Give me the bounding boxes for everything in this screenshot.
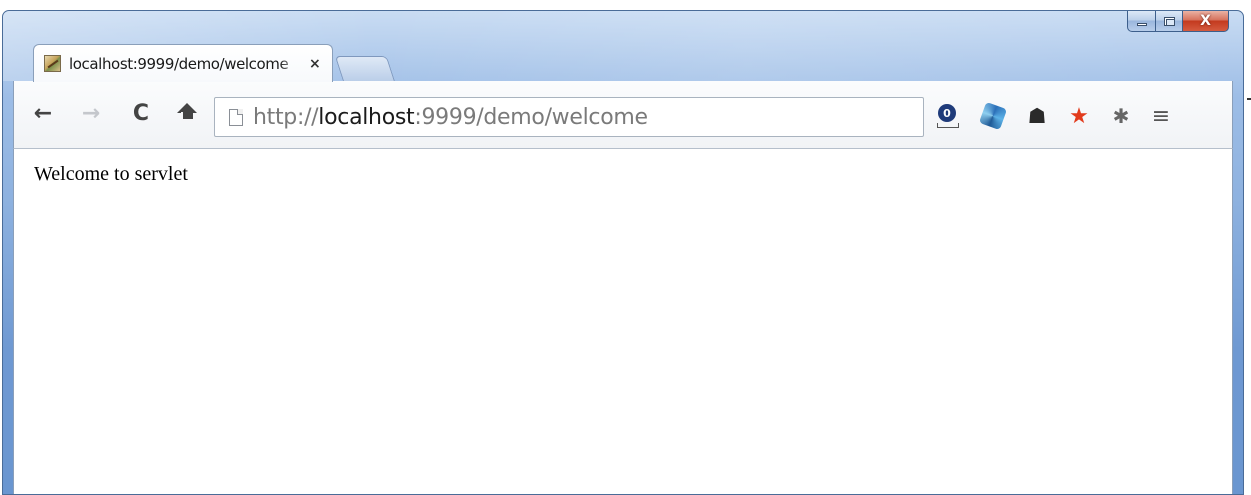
url-path: :9999/demo/welcome [414, 104, 648, 130]
forward-button[interactable]: → [76, 97, 106, 129]
maximize-button[interactable] [1156, 11, 1183, 32]
url-scheme: http:// [253, 104, 319, 130]
home-icon [176, 103, 198, 123]
tab-title: localhost:9999/demo/welcome [69, 54, 289, 73]
puzzle-icon: ✱ [1112, 104, 1130, 128]
browser-toolbar: ← → C http://localhost:9999/demo/welcome… [13, 81, 1233, 149]
swirl-icon [978, 101, 1008, 131]
home-button[interactable] [170, 97, 204, 129]
menu-button[interactable]: ≡ [1148, 103, 1174, 129]
caption-buttons: X [1127, 11, 1229, 34]
user-badge-icon: 0 [938, 104, 956, 122]
browser-window: X localhost:9999/demo/welcome × ← → C ht… [2, 10, 1244, 495]
extension-star-button[interactable]: ★ [1066, 103, 1092, 129]
page-content: Welcome to servlet [13, 149, 1233, 494]
back-arrow-icon: ← [33, 100, 53, 126]
welcome-text: Welcome to servlet [34, 163, 188, 185]
minimize-button[interactable] [1127, 11, 1156, 32]
extension-swirl-button[interactable] [978, 101, 1008, 131]
page-icon [229, 108, 243, 126]
maximize-icon [1163, 16, 1175, 26]
star-icon: ★ [1069, 103, 1089, 129]
forward-arrow-icon: → [81, 100, 101, 126]
extension-badge-button[interactable]: 0 [934, 103, 960, 129]
back-button[interactable]: ← [28, 97, 58, 129]
minimize-icon [1136, 23, 1147, 26]
reload-icon: C [132, 100, 150, 126]
reload-button[interactable]: C [126, 97, 156, 129]
hamburger-menu-icon: ≡ [1151, 103, 1171, 129]
tab-active[interactable]: localhost:9999/demo/welcome × [33, 44, 333, 82]
close-window-button[interactable]: X [1183, 11, 1229, 32]
close-icon: X [1200, 13, 1211, 29]
tab-close-icon[interactable]: × [309, 56, 321, 72]
address-bar[interactable]: http://localhost:9999/demo/welcome [214, 97, 924, 137]
extension-profile-button[interactable]: ☗ [1024, 103, 1050, 129]
url-text[interactable]: http://localhost:9999/demo/welcome [253, 105, 648, 130]
profile-icon: ☗ [1027, 104, 1047, 128]
edge-marker [1247, 98, 1251, 100]
url-host: localhost [318, 104, 415, 130]
extension-puzzle-button[interactable]: ✱ [1108, 103, 1134, 129]
favicon-icon [44, 55, 61, 72]
new-tab-button[interactable] [334, 56, 396, 82]
